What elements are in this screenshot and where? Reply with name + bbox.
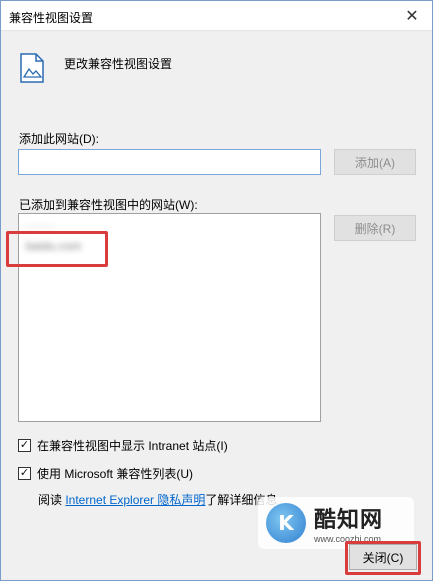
title-bar: 兼容性视图设置 ✕ <box>1 1 432 31</box>
microsoft-list-option[interactable]: ✓ 使用 Microsoft 兼容性列表(U) <box>18 465 193 482</box>
privacy-row: 阅读 Internet Explorer 隐私声明了解详细信息 <box>38 491 277 508</box>
privacy-prefix: 阅读 <box>38 493 66 507</box>
close-window-button[interactable]: ✕ <box>392 1 432 31</box>
intranet-label: 在兼容性视图中显示 Intranet 站点(I) <box>37 439 228 453</box>
microsoft-list-checkbox[interactable]: ✓ <box>18 467 31 480</box>
microsoft-list-label: 使用 Microsoft 兼容性列表(U) <box>37 467 194 481</box>
intranet-checkbox[interactable]: ✓ <box>18 439 31 452</box>
site-highlight-box <box>6 231 108 267</box>
watermark-name: 酷知网 <box>314 507 384 532</box>
site-list-label: 已添加到兼容性视图中的网站(W): <box>19 198 198 212</box>
remove-button[interactable]: 删除(R) <box>334 215 416 241</box>
page-title: 更改兼容性视图设置 <box>64 57 173 71</box>
close-highlight-box <box>345 541 421 575</box>
add-site-label: 添加此网站(D): <box>19 132 99 146</box>
privacy-link[interactable]: Internet Explorer 隐私声明 <box>65 493 205 507</box>
watermark-logo-icon: K <box>266 503 306 543</box>
intranet-option[interactable]: ✓ 在兼容性视图中显示 Intranet 站点(I) <box>18 437 228 454</box>
add-button[interactable]: 添加(A) <box>334 149 416 175</box>
add-site-input[interactable] <box>18 149 321 175</box>
close-icon: ✕ <box>405 8 419 25</box>
window-title: 兼容性视图设置 <box>9 11 94 25</box>
compat-view-dialog: 兼容性视图设置 ✕ 更改兼容性视图设置 添加此网站(D): 添加(A) 已添加到… <box>0 0 433 581</box>
document-image-icon <box>20 53 44 83</box>
